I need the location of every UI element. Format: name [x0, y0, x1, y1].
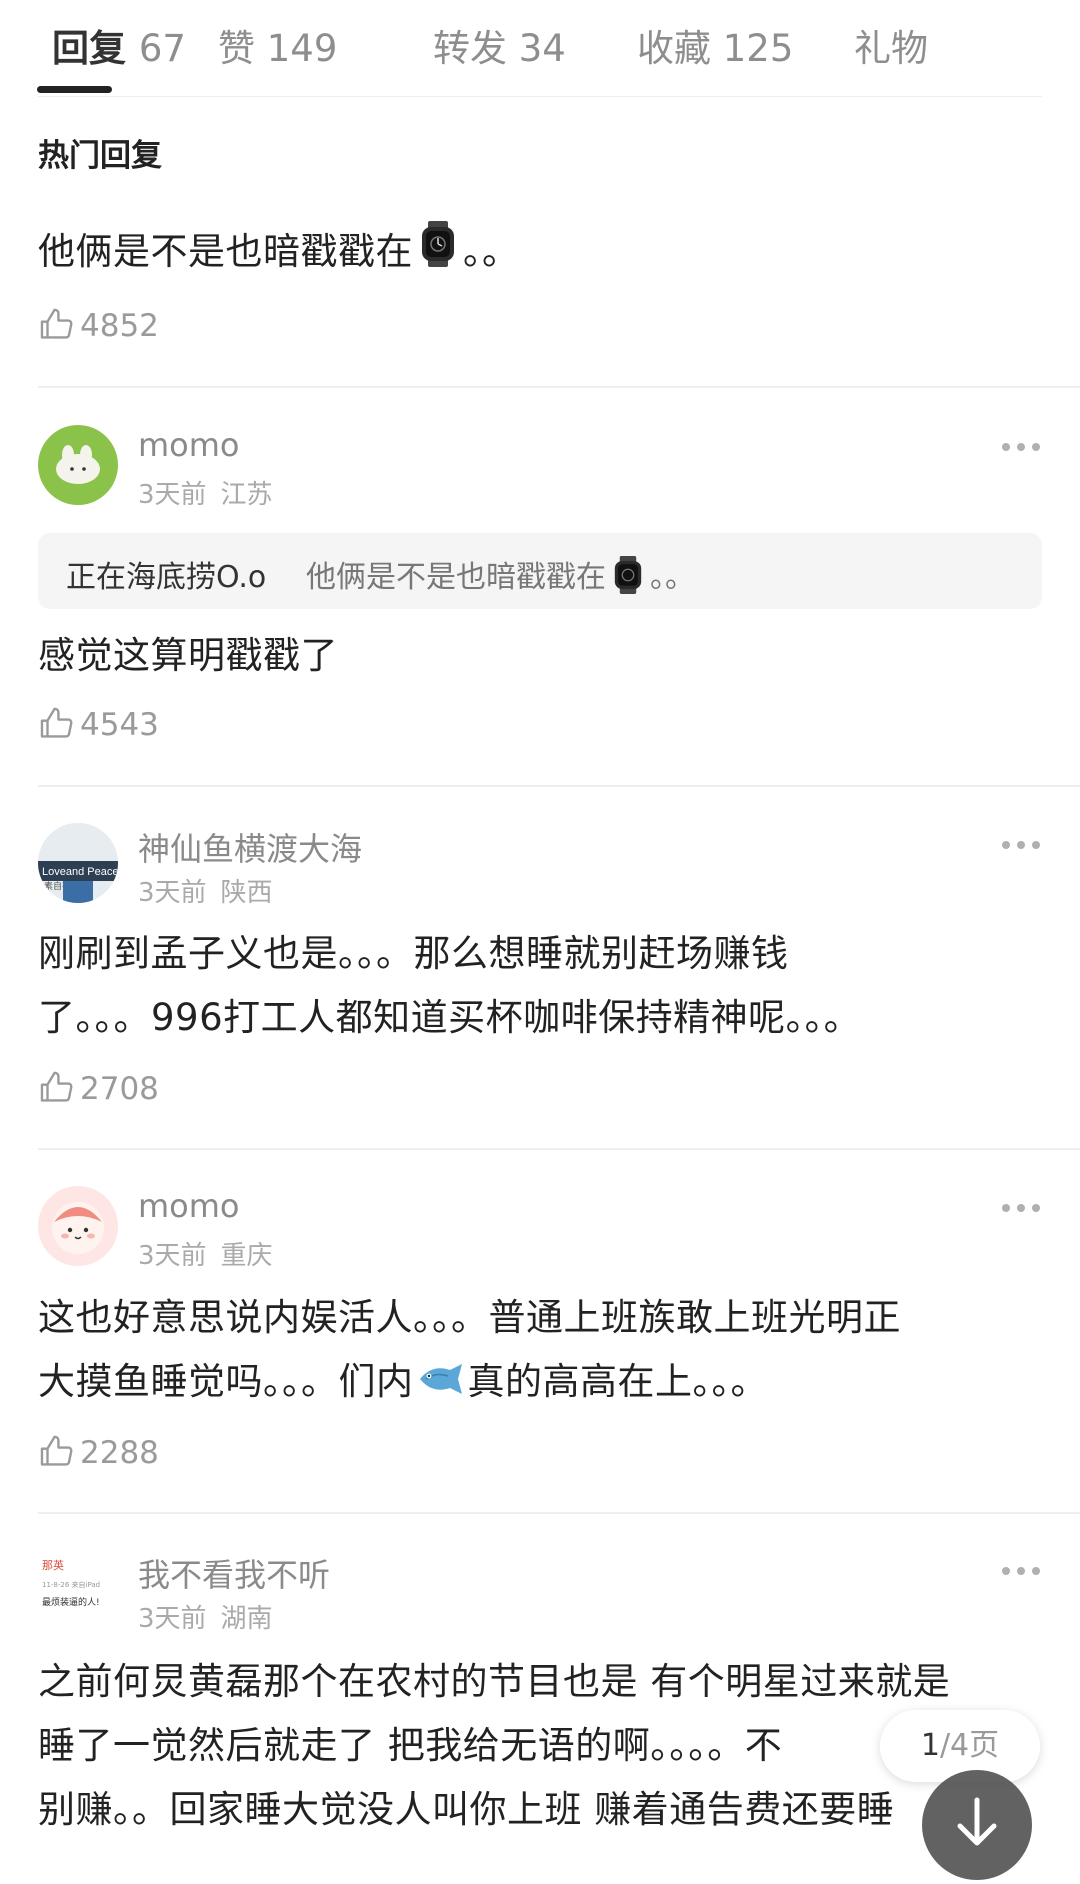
comment-meta: 3天前 湖南 — [138, 1598, 273, 1635]
tab-likes-count: 149 — [266, 27, 338, 70]
quote-text: 他俩是不是也暗戳戳在 。。 — [306, 552, 695, 602]
top-comment-suffix: 。。 — [463, 230, 520, 273]
arrow-down-icon — [957, 1797, 997, 1846]
comment-line: 别赚。。回家睡大觉没人叫你上班 赚着通告费还要睡 — [38, 1788, 895, 1831]
tab-reposts[interactable]: 转发 34 — [433, 18, 566, 72]
username[interactable]: momo — [138, 1187, 240, 1225]
username[interactable]: momo — [138, 426, 240, 464]
pager-current: 1 — [920, 1728, 940, 1763]
comment-fragment: 大摸鱼睡觉吗。。。们内 — [38, 1360, 414, 1403]
tab-reposts-label: 转发 — [433, 27, 507, 70]
comment-line: 刚刷到孟子义也是。。。那么想睡就别赶场赚钱 — [38, 932, 789, 975]
more-options-button[interactable] — [1002, 437, 1042, 457]
tab-reposts-count: 34 — [518, 27, 566, 70]
tab-replies[interactable]: 回复 67 — [52, 18, 186, 72]
divider — [38, 1148, 1080, 1150]
comment-text: 感觉这算明戳戳了 — [38, 634, 338, 677]
tab-likes-label: 赞 — [218, 27, 255, 70]
top-comment-text: 他俩是不是也暗戳戳在 。。 — [38, 220, 1042, 287]
avatar[interactable]: Loveand Peace 素自在 — [38, 823, 118, 903]
like-button[interactable]: 2708 — [38, 1068, 159, 1112]
comment-text: 这也好意思说内娱活人。。。普通上班族敢上班光明正 大摸鱼睡觉吗。。。们内 真的高高… — [38, 1286, 1042, 1416]
more-options-button[interactable] — [1002, 1198, 1042, 1218]
comment-line: 之前何炅黄磊那个在农村的节目也是 有个明星过来就是 — [38, 1660, 951, 1703]
tab-bar: 回复 67 赞 149 转发 34 收藏 125 礼物 — [38, 0, 1042, 97]
comment-time: 3天前 — [138, 1241, 207, 1271]
more-options-button[interactable] — [1002, 1561, 1042, 1581]
comment-line: 这也好意思说内娱活人。。。普通上班族敢上班光明正 — [38, 1296, 901, 1339]
tab-replies-label: 回复 — [52, 27, 126, 70]
comment-meta: 3天前 江苏 — [138, 474, 273, 511]
like-button[interactable]: 4543 — [38, 704, 159, 748]
thumb-up-icon — [40, 308, 73, 339]
comment-line: 了。。。996打工人都知道买杯咖啡保持精神呢。。。 — [38, 996, 862, 1039]
like-count: 4852 — [80, 308, 159, 344]
avatar-sign-text: Loveand Peace — [42, 866, 118, 878]
like-button[interactable]: 4852 — [38, 305, 159, 349]
like-count: 2288 — [80, 1435, 159, 1471]
comment-time: 3天前 — [138, 1604, 207, 1634]
comment-meta: 3天前 重庆 — [138, 1235, 273, 1272]
comment-time: 3天前 — [138, 480, 207, 510]
like-button[interactable]: 2288 — [38, 1432, 159, 1476]
comment-location: 湖南 — [220, 1604, 273, 1634]
tab-gifts[interactable]: 礼物 — [854, 18, 928, 72]
comment-fragment: 真的高高在上。。。 — [467, 1360, 768, 1403]
avatar[interactable] — [38, 1186, 118, 1266]
divider — [38, 1512, 1080, 1514]
tab-gifts-label: 礼物 — [854, 27, 928, 70]
like-count: 2708 — [80, 1071, 159, 1107]
like-count: 4543 — [80, 707, 159, 743]
avatar-date-text: 11-8-26 来自iPad — [42, 1580, 100, 1589]
comment-location: 江苏 — [220, 480, 273, 510]
tab-replies-count: 67 — [138, 27, 186, 70]
active-tab-indicator — [37, 86, 112, 93]
comment-time: 3天前 — [138, 878, 207, 908]
thumb-up-icon — [40, 1435, 73, 1466]
section-title: 热门回复 — [38, 138, 162, 174]
comment-text: 刚刷到孟子义也是。。。那么想睡就别赶场赚钱 了。。。996打工人都知道买杯咖啡保… — [38, 922, 1042, 1050]
comment-location: 重庆 — [220, 1241, 273, 1271]
fish-emoji-icon — [418, 1352, 464, 1416]
comment-meta: 3天前 陕西 — [138, 872, 273, 909]
more-options-button[interactable] — [1002, 835, 1042, 855]
thumb-up-icon — [40, 1071, 73, 1102]
thumb-up-icon — [40, 707, 73, 738]
tab-favorites-count: 125 — [722, 27, 794, 70]
comment-location: 陕西 — [220, 878, 273, 908]
pager-total: /4页 — [939, 1728, 1000, 1763]
watch-emoji-icon — [614, 555, 642, 602]
scroll-down-button[interactable] — [922, 1770, 1032, 1880]
avatar[interactable] — [38, 425, 118, 505]
quote-username: 正在海底捞O.o — [66, 560, 267, 595]
quoted-reply[interactable]: 正在海底捞O.o 他俩是不是也暗戳戳在 。。 — [38, 533, 1042, 609]
tab-favorites[interactable]: 收藏 125 — [637, 18, 793, 72]
top-comment-body: 他俩是不是也暗戳戳在 — [38, 230, 413, 273]
avatar-name-text: 那英 — [42, 1558, 64, 1572]
watch-emoji-icon — [421, 220, 455, 287]
divider — [38, 785, 1080, 787]
quote-suffix: 。。 — [650, 560, 695, 595]
username[interactable]: 神仙鱼横渡大海 — [138, 824, 362, 870]
quote-body: 他俩是不是也暗戳戳在 — [306, 560, 606, 595]
username[interactable]: 我不看我不听 — [138, 1550, 330, 1596]
tab-favorites-label: 收藏 — [637, 27, 711, 70]
avatar-caption: 最烦装逼的人! — [42, 1596, 100, 1608]
avatar[interactable]: 那英 11-8-26 来自iPad 最烦装逼的人! — [38, 1549, 118, 1629]
tab-likes[interactable]: 赞 149 — [218, 18, 337, 72]
divider — [38, 386, 1080, 388]
comment-line: 大摸鱼睡觉吗。。。们内 真的高高在上。。。 — [38, 1350, 1042, 1416]
